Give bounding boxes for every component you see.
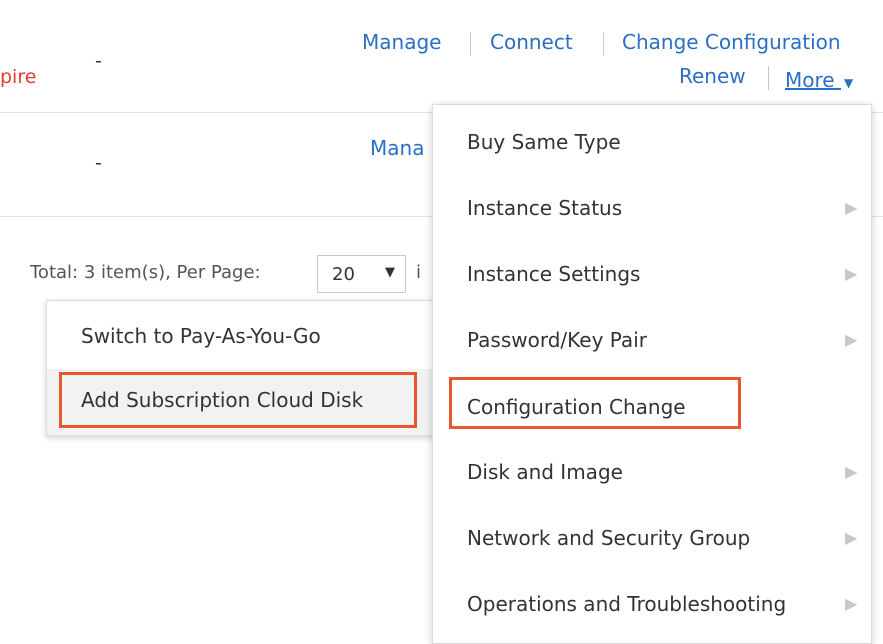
change-configuration-menu: Switch to Pay-As-You-Go Add Subscription…	[46, 300, 438, 436]
caret-down-icon: ▼	[843, 76, 854, 90]
per-page-select[interactable]: 20 ▼	[317, 255, 406, 293]
more-label: More	[785, 68, 835, 92]
menu-item-add-subscription-cloud-disk[interactable]: Add Subscription Cloud Disk	[47, 369, 437, 435]
more-dropdown[interactable]: More ▼	[785, 68, 853, 92]
chevron-right-icon: ▶	[845, 528, 858, 547]
menu-item-disk-and-image[interactable]: Disk and Image ▶	[433, 439, 871, 505]
menu-item-network-and-security-group[interactable]: Network and Security Group ▶	[433, 505, 871, 571]
menu-item-label: Switch to Pay-As-You-Go	[81, 324, 321, 348]
row2-manage-link[interactable]: Mana	[370, 136, 424, 160]
action-separator	[603, 32, 604, 56]
menu-item-password-key-pair[interactable]: Password/Key Pair ▶	[433, 307, 871, 373]
menu-item-instance-status[interactable]: Instance Status ▶	[433, 175, 871, 241]
chevron-right-icon: ▶	[845, 264, 858, 283]
menu-item-label: Disk and Image	[467, 460, 623, 484]
renew-link[interactable]: Renew	[679, 64, 746, 88]
manage-link[interactable]: Manage	[362, 30, 441, 54]
menu-item-label: Instance Settings	[467, 262, 641, 286]
chevron-right-icon: ▶	[845, 330, 858, 349]
row1-status-text: pire	[0, 66, 37, 88]
change-configuration-link[interactable]: Change Configuration	[622, 30, 841, 54]
menu-item-label: Configuration Change	[467, 395, 686, 419]
menu-item-instance-settings[interactable]: Instance Settings ▶	[433, 241, 871, 307]
menu-item-label: Password/Key Pair	[467, 328, 647, 352]
menu-item-buy-same-type[interactable]: Buy Same Type	[433, 109, 871, 175]
dropdown-arrow-icon: ▼	[385, 265, 395, 280]
pagination-summary: Total: 3 item(s), Per Page:	[30, 262, 261, 283]
action-separator	[470, 32, 471, 56]
menu-item-switch-to-pay-as-you-go[interactable]: Switch to Pay-As-You-Go	[47, 303, 437, 369]
chevron-right-icon: ▶	[845, 462, 858, 481]
connect-link[interactable]: Connect	[490, 30, 573, 54]
action-separator	[768, 66, 769, 90]
chevron-right-icon: ▶	[845, 198, 858, 217]
row2-value: -	[95, 152, 102, 174]
chevron-right-icon: ▶	[845, 594, 858, 613]
menu-item-label: Add Subscription Cloud Disk	[81, 388, 364, 412]
menu-item-label: Instance Status	[467, 196, 623, 220]
menu-item-operations-and-troubleshooting[interactable]: Operations and Troubleshooting ▶	[433, 571, 871, 637]
pagination-trailing: i	[416, 262, 422, 283]
more-menu: Buy Same Type Instance Status ▶ Instance…	[432, 104, 872, 644]
menu-item-configuration-change[interactable]: Configuration Change	[433, 373, 871, 439]
row1-value: -	[95, 50, 102, 72]
menu-item-label: Network and Security Group	[467, 526, 751, 550]
per-page-value: 20	[332, 264, 355, 285]
menu-item-label: Operations and Troubleshooting	[467, 592, 787, 616]
menu-item-label: Buy Same Type	[467, 130, 621, 154]
